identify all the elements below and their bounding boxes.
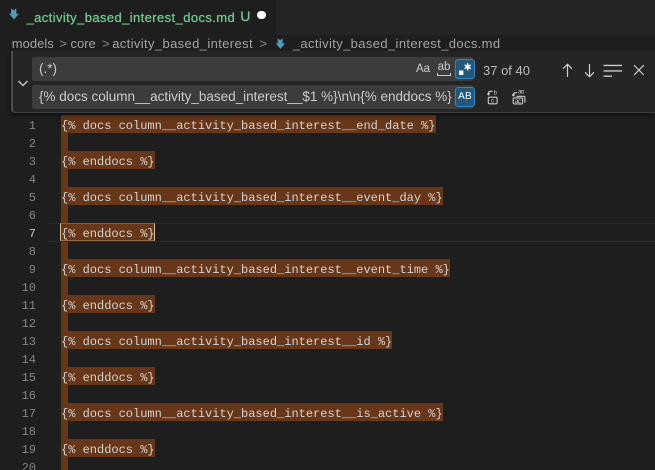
svg-text:b: b [493,90,497,96]
svg-text:ab: ab [518,90,525,96]
svg-text:c: c [490,97,494,104]
